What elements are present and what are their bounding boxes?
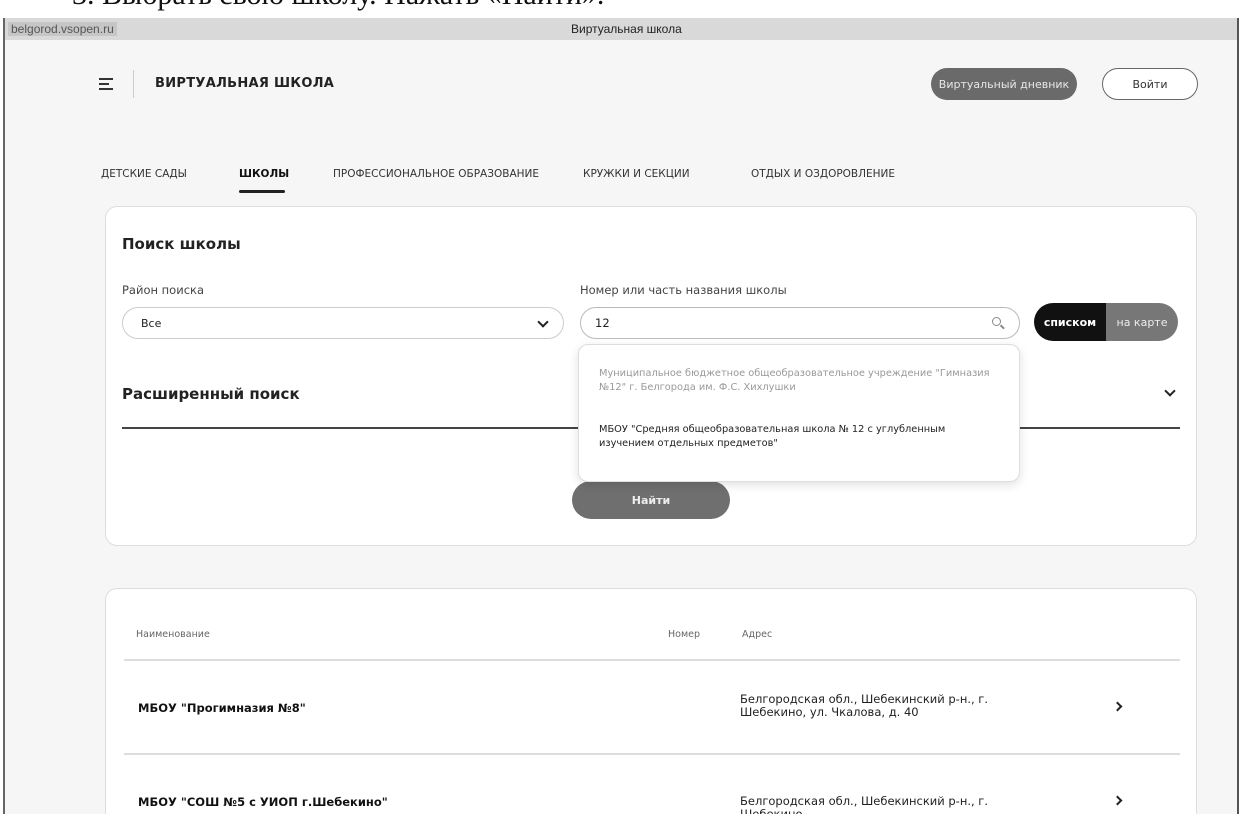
column-header-number: Номер bbox=[668, 629, 700, 640]
view-mode-toggle: списком на карте bbox=[1034, 303, 1178, 341]
results-table: Наименование Номер Адрес МБОУ "Прогимназ… bbox=[105, 588, 1197, 814]
school-name-field[interactable] bbox=[580, 307, 1020, 339]
chevron-right-icon[interactable] bbox=[1112, 795, 1123, 806]
search-icon[interactable] bbox=[992, 317, 1005, 330]
district-select-value: Все bbox=[141, 317, 162, 330]
search-title: Поиск школы bbox=[122, 235, 241, 253]
chevron-right-icon[interactable] bbox=[1112, 701, 1123, 712]
chevron-down-icon[interactable] bbox=[1164, 385, 1176, 397]
school-address: Белгородская обл., Шебекинский р-н., г. … bbox=[740, 794, 988, 814]
row-divider bbox=[124, 659, 1180, 661]
column-header-address: Адрес bbox=[742, 629, 773, 640]
school-name-input[interactable] bbox=[595, 316, 975, 330]
school-name[interactable]: МБОУ "СОШ №5 с УИОП г.Шебекино" bbox=[138, 795, 388, 809]
district-label: Район поиска bbox=[122, 283, 205, 297]
site-brand[interactable]: ВИРТУАЛЬНАЯ ШКОЛА bbox=[155, 76, 334, 91]
chevron-down-icon bbox=[537, 316, 549, 328]
row-divider bbox=[124, 753, 1180, 755]
active-tab-indicator bbox=[239, 190, 285, 193]
browser-address-bar: belgorod.vsopen.ru Виртуальная школа bbox=[5, 18, 1237, 40]
login-button[interactable]: Войти bbox=[1102, 68, 1198, 100]
address-url[interactable]: belgorod.vsopen.ru bbox=[8, 22, 117, 36]
tab-kindergartens[interactable]: ДЕТСКИЕ САДЫ bbox=[101, 168, 187, 180]
tab-schools[interactable]: ШКОЛЫ bbox=[239, 168, 289, 180]
district-select[interactable]: Все bbox=[122, 307, 564, 339]
tab-recreation[interactable]: ОТДЫХ И ОЗДОРОВЛЕНИЕ bbox=[751, 168, 895, 180]
tab-professional-education[interactable]: ПРОФЕССИОНАЛЬНОЕ ОБРАЗОВАНИЕ bbox=[333, 168, 539, 180]
suggestion-item[interactable]: МБОУ "Средняя общеобразовательная школа … bbox=[599, 423, 999, 451]
page-content: ВИРТУАЛЬНАЯ ШКОЛА Виртуальный дневник Во… bbox=[5, 40, 1237, 814]
view-map-button[interactable]: на карте bbox=[1106, 303, 1178, 341]
column-header-name: Наименование bbox=[136, 629, 210, 640]
school-name-label: Номер или часть названия школы bbox=[580, 283, 787, 297]
advanced-search-toggle[interactable]: Расширенный поиск bbox=[122, 385, 300, 403]
school-address: Белгородская обл., Шебекинский р-н., г. … bbox=[740, 692, 988, 719]
find-button[interactable]: Найти bbox=[572, 481, 730, 519]
window-title: Виртуальная школа bbox=[571, 22, 682, 36]
view-list-button[interactable]: списком bbox=[1034, 303, 1106, 341]
header-divider bbox=[133, 70, 134, 98]
virtual-diary-button[interactable]: Виртуальный дневник bbox=[931, 68, 1077, 100]
document-caption: 3. Выбрать свою школу. Нажать «Найти». bbox=[72, 0, 604, 12]
tab-clubs-sections[interactable]: КРУЖКИ И СЕКЦИИ bbox=[583, 168, 690, 180]
browser-window: belgorod.vsopen.ru Виртуальная школа ВИР… bbox=[3, 18, 1239, 814]
suggestions-dropdown: Муниципальное бюджетное общеобразователь… bbox=[578, 344, 1020, 482]
site-header: ВИРТУАЛЬНАЯ ШКОЛА Виртуальный дневник Во… bbox=[5, 40, 1237, 120]
school-name[interactable]: МБОУ "Прогимназия №8" bbox=[138, 701, 306, 715]
suggestion-item[interactable]: Муниципальное бюджетное общеобразователь… bbox=[599, 367, 999, 395]
menu-icon[interactable] bbox=[99, 78, 113, 90]
